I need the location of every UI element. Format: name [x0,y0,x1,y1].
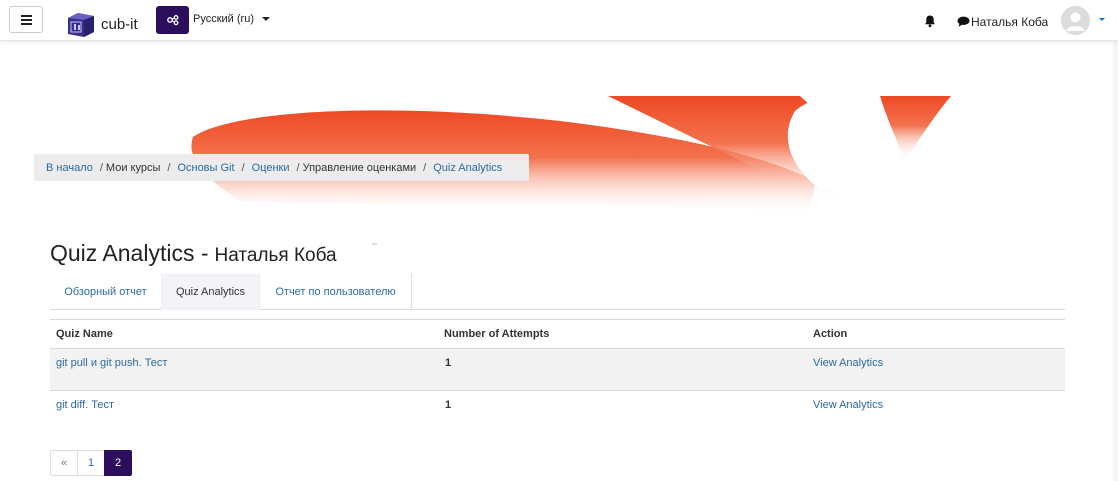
title-divider [372,243,377,245]
breadcrumb-separator: / [296,161,300,174]
language-button[interactable] [156,6,189,34]
pagination-page-2-current[interactable]: 2 [104,450,132,476]
breadcrumb-item-grade-admin: Управление оценками [302,161,417,174]
course-banner-image [191,96,951,216]
top-navbar: cub-it Русский (ru) Наталья Коба [0,0,1118,41]
breadcrumb-item-home[interactable]: В начало [46,162,93,174]
breadcrumb-item-quiz-analytics[interactable]: Quiz Analytics [433,162,502,174]
tab-user-report[interactable]: Отчет по пользователю [260,274,412,310]
quiz-name-link[interactable]: git diff. Тест [56,399,114,411]
report-tabs: Обзорный отчет Quiz Analytics Отчет по п… [50,274,1065,310]
breadcrumb-item-course[interactable]: Основы Git [177,162,234,174]
site-name[interactable]: cub-it [101,16,138,33]
table-row: git pull и git push. Тест 1 View Analyti… [50,349,1065,390]
view-analytics-link[interactable]: View Analytics [813,399,883,411]
view-analytics-link[interactable]: View Analytics [813,357,883,369]
page-title-user: Наталья Коба [214,245,337,266]
attempts-count: 1 [445,357,452,369]
table-row: git diff. Тест 1 View Analytics [50,391,1065,432]
cube-logo-icon[interactable] [66,10,95,38]
pagination-page-1[interactable]: 1 [77,450,105,476]
column-header-quiz-name: Quiz Name [56,328,113,340]
breadcrumb-separator: / [241,161,245,174]
breadcrumb: В начало / Мои курсы / Основы Git / Оцен… [34,154,529,181]
breadcrumb-item-my-courses: Мои курсы [105,161,161,174]
pagination-prev-button[interactable]: « [50,450,78,476]
breadcrumb-separator: / [167,161,171,174]
tab-quiz-analytics[interactable]: Quiz Analytics [161,274,260,310]
attempts-count: 1 [445,399,452,411]
table-top-border [50,319,1065,320]
menu-toggle-button[interactable] [9,6,43,33]
hamburger-icon [20,14,32,17]
breadcrumb-separator: / [99,161,103,174]
pagination: « 1 2 [50,450,132,476]
user-avatar[interactable] [1061,6,1090,35]
column-header-action: Action [813,328,848,340]
column-header-attempts: Number of Attempts [444,328,550,340]
user-menu-caret-icon[interactable] [1099,18,1105,21]
page-title: Quiz Analytics - Наталья Коба [50,240,337,267]
avatar-placeholder-icon [1061,6,1090,35]
chat-icon[interactable] [957,16,970,27]
page-title-text: Quiz Analytics - [50,240,209,266]
caret-down-icon[interactable] [262,17,270,21]
bell-icon[interactable] [923,14,937,28]
user-name[interactable]: Наталья Коба [971,15,1048,29]
language-selector-label[interactable]: Русский (ru) [193,13,254,25]
quiz-name-link[interactable]: git pull и git push. Тест [56,357,167,369]
breadcrumb-separator: / [423,161,427,174]
language-icon [166,15,178,26]
tab-overview-report[interactable]: Обзорный отчет [50,274,161,310]
breadcrumb-item-grades[interactable]: Оценки [252,162,290,174]
